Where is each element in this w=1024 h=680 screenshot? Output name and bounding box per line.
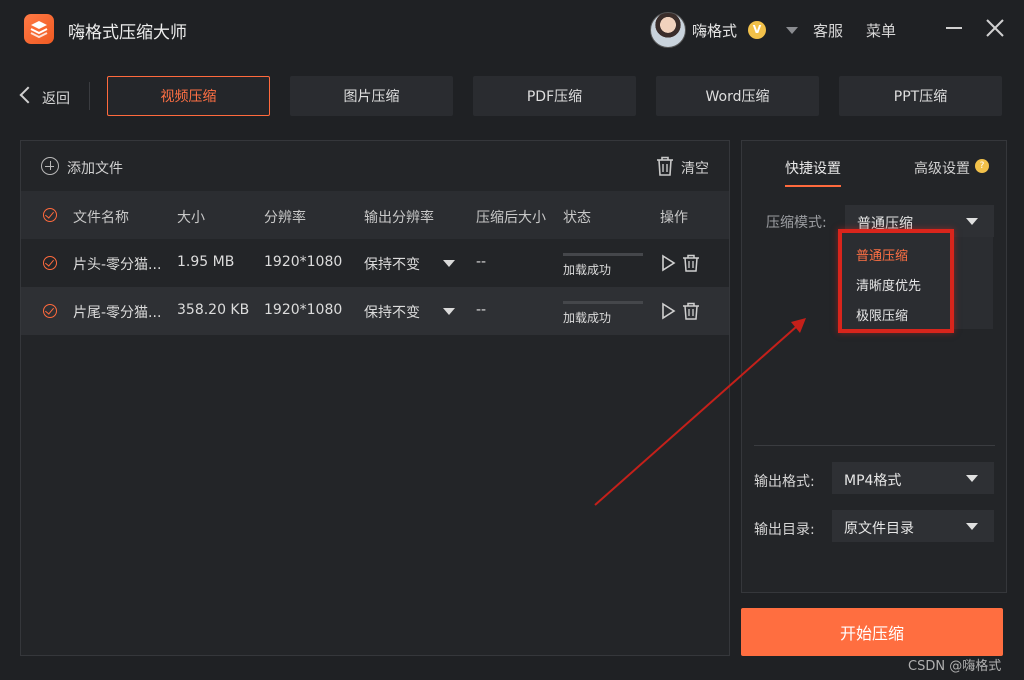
title-bar: 嗨格式压缩大师 嗨格式 V 客服 菜单	[0, 0, 1024, 60]
chevron-down-icon	[966, 475, 978, 482]
clear-label: 清空	[681, 161, 709, 177]
minimize-icon	[946, 27, 962, 29]
column-header-output-resolution: 输出分辨率	[364, 210, 434, 226]
chevron-down-icon[interactable]	[443, 260, 455, 267]
progress-bar	[563, 301, 643, 304]
file-list-panel: 添加文件 清空 文件名称 大小 分辨率 输出分辨率 压缩后大小 状态 操作 片头…	[20, 140, 730, 656]
customer-service-link[interactable]: 客服	[813, 20, 843, 41]
back-button[interactable]: 返回	[18, 84, 78, 108]
app-logo-icon	[24, 14, 54, 44]
settings-divider	[754, 445, 995, 446]
vip-badge-icon: V	[748, 21, 766, 39]
output-dir-value: 原文件目录	[844, 521, 914, 537]
output-resolution-select[interactable]: 保持不变	[364, 302, 420, 322]
file-resolution: 1920*1080	[264, 254, 343, 270]
play-icon[interactable]	[659, 302, 677, 320]
delete-icon[interactable]	[682, 254, 700, 272]
delete-icon[interactable]	[682, 302, 700, 320]
output-format-label: 输出格式:	[754, 474, 815, 490]
tab-advanced-settings[interactable]: 高级设置	[914, 158, 970, 178]
play-icon[interactable]	[659, 254, 677, 272]
avatar[interactable]	[650, 12, 686, 48]
dropdown-option-extreme[interactable]: 极限压缩	[856, 305, 908, 324]
output-dir-label: 输出目录:	[754, 522, 815, 538]
tab-quick-settings[interactable]: 快捷设置	[785, 158, 841, 178]
column-header-name: 文件名称	[73, 210, 129, 226]
table-header: 文件名称 大小 分辨率 输出分辨率 压缩后大小 状态 操作	[21, 191, 729, 239]
chevron-down-icon	[966, 218, 978, 225]
column-header-actions: 操作	[660, 210, 688, 226]
column-header-compressed-size: 压缩后大小	[476, 210, 546, 226]
nav-divider	[89, 82, 90, 110]
output-dir-select[interactable]: 原文件目录	[832, 510, 994, 542]
back-label: 返回	[42, 91, 70, 107]
dropdown-option-clarity[interactable]: 清晰度优先	[856, 275, 921, 294]
progress-bar	[563, 253, 643, 256]
compressed-size: --	[476, 302, 487, 318]
file-size: 1.95 MB	[177, 254, 235, 270]
column-header-status: 状态	[563, 210, 591, 226]
column-header-resolution: 分辨率	[264, 210, 306, 226]
row-checkbox[interactable]	[43, 256, 57, 270]
user-name[interactable]: 嗨格式	[692, 20, 737, 41]
file-size: 358.20 KB	[177, 302, 250, 318]
tab-video-compress[interactable]: 视频压缩	[107, 76, 270, 116]
minimize-button[interactable]	[942, 16, 966, 40]
tab-word-compress[interactable]: Word压缩	[656, 76, 819, 116]
file-name: 片头-零分猫...	[73, 257, 162, 273]
output-resolution-select[interactable]: 保持不变	[364, 254, 420, 274]
select-all-checkbox[interactable]	[43, 208, 57, 222]
tab-pdf-compress[interactable]: PDF压缩	[473, 76, 636, 116]
column-header-size: 大小	[177, 210, 205, 226]
close-button[interactable]	[983, 16, 1007, 40]
clear-button[interactable]: 清空	[655, 155, 715, 177]
chevron-left-icon	[19, 86, 37, 104]
trash-icon	[657, 156, 673, 176]
file-resolution: 1920*1080	[264, 302, 343, 318]
watermark: CSDN @嗨格式	[908, 659, 1002, 674]
status-text: 加载成功	[563, 311, 612, 325]
tab-image-compress[interactable]: 图片压缩	[290, 76, 453, 116]
help-icon[interactable]: ?	[975, 159, 989, 173]
output-format-value: MP4格式	[844, 473, 902, 489]
row-checkbox[interactable]	[43, 304, 57, 318]
close-icon	[986, 19, 1004, 37]
table-row: 片头-零分猫... 1.95 MB 1920*1080 保持不变 -- 加载成功	[21, 239, 729, 287]
menu-link[interactable]: 菜单	[866, 20, 896, 41]
compress-mode-label: 压缩模式:	[766, 215, 827, 231]
plus-circle-icon	[41, 157, 59, 175]
file-name: 片尾-零分猫...	[73, 305, 162, 321]
add-file-label: 添加文件	[67, 161, 123, 177]
chevron-down-icon[interactable]	[443, 308, 455, 315]
compress-mode-dropdown: 普通压缩 清晰度优先 极限压缩	[838, 229, 954, 333]
settings-panel: 快捷设置 高级设置 ? 压缩模式: 普通压缩 输出格式: MP4格式 输出目录:…	[741, 140, 1007, 593]
start-compress-button[interactable]: 开始压缩	[741, 608, 1003, 656]
active-tab-indicator	[785, 185, 841, 187]
table-row: 片尾-零分猫... 358.20 KB 1920*1080 保持不变 -- 加载…	[21, 287, 729, 335]
tab-ppt-compress[interactable]: PPT压缩	[839, 76, 1002, 116]
compressed-size: --	[476, 254, 487, 270]
status-text: 加载成功	[563, 263, 612, 277]
dropdown-option-normal[interactable]: 普通压缩	[856, 245, 908, 264]
user-menu-chevron-down-icon[interactable]	[786, 27, 798, 34]
output-format-select[interactable]: MP4格式	[832, 462, 994, 494]
app-title: 嗨格式压缩大师	[68, 23, 187, 43]
chevron-down-icon	[966, 523, 978, 530]
